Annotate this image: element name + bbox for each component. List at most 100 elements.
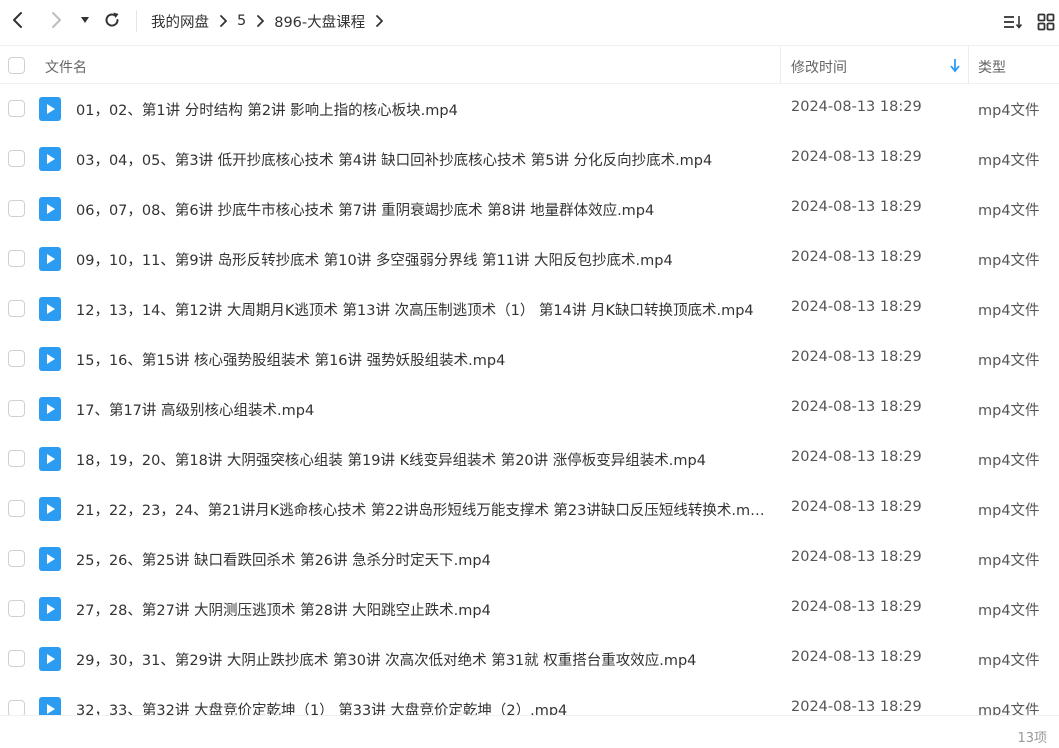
table-row[interactable]: 06，07，08、第6讲 抄底牛市核心技术 第7讲 重阴衰竭抄底术 第8讲 地量… (0, 185, 1059, 235)
file-type: mp4文件 (978, 653, 1040, 669)
video-file-icon (39, 347, 61, 371)
file-list: 01，02、第1讲 分时结构 第2讲 影响上指的核心板块.mp4 2024-08… (0, 85, 1059, 715)
row-checkbox[interactable] (8, 550, 25, 567)
file-type: mp4文件 (978, 103, 1040, 119)
table-row[interactable]: 12，13，14、第12讲 大周期月K逃顶术 第13讲 次高压制逃顶术（1） 第… (0, 285, 1059, 335)
row-checkbox[interactable] (8, 350, 25, 367)
grid-view-button[interactable] (1036, 12, 1056, 32)
row-checkbox[interactable] (8, 600, 25, 617)
file-type: mp4文件 (978, 403, 1040, 419)
file-modified-time: 2024-08-13 18:29 (791, 449, 922, 465)
video-file-icon (39, 147, 61, 171)
file-name[interactable]: 29，30，31、第29讲 大阴止跌抄底术 第30讲 次高次低对绝术 第31就 … (76, 649, 768, 670)
video-file-icon (39, 397, 61, 421)
file-type: mp4文件 (978, 153, 1040, 169)
file-modified-time: 2024-08-13 18:29 (791, 399, 922, 415)
file-name[interactable]: 27，28、第27讲 大阴测压逃顶术 第28讲 大阳跳空止跌术.mp4 (76, 599, 768, 620)
row-checkbox[interactable] (8, 300, 25, 317)
file-type: mp4文件 (978, 353, 1040, 369)
history-dropdown-button[interactable] (77, 9, 93, 31)
file-name[interactable]: 03，04，05、第3讲 低开抄底核心技术 第4讲 缺口回补抄底核心技术 第5讲… (76, 149, 768, 170)
file-modified-time: 2024-08-13 18:29 (791, 99, 922, 115)
file-type: mp4文件 (978, 703, 1040, 715)
file-name[interactable]: 06，07，08、第6讲 抄底牛市核心技术 第7讲 重阴衰竭抄底术 第8讲 地量… (76, 199, 768, 220)
file-modified-time: 2024-08-13 18:29 (791, 149, 922, 165)
video-file-icon (39, 247, 61, 271)
row-checkbox[interactable] (8, 250, 25, 267)
file-name[interactable]: 21，22，23，24、第21讲月K逃命核心技术 第22讲岛形短线万能支撑术 第… (76, 499, 768, 520)
toolbar: 我的网盘 5 896-大盘课程 (0, 0, 1059, 42)
back-button[interactable] (7, 9, 29, 31)
file-modified-time: 2024-08-13 18:29 (791, 649, 922, 665)
table-row[interactable]: 21，22，23，24、第21讲月K逃命核心技术 第22讲岛形短线万能支撑术 第… (0, 485, 1059, 535)
file-modified-time: 2024-08-13 18:29 (791, 549, 922, 565)
video-file-icon (39, 447, 61, 471)
sort-icon (1004, 16, 1023, 29)
video-file-icon (39, 547, 61, 571)
row-checkbox[interactable] (8, 500, 25, 517)
breadcrumb-item-folder[interactable]: 5 (237, 13, 246, 29)
file-type: mp4文件 (978, 253, 1040, 269)
file-name[interactable]: 17、第17讲 高级别核心组装术.mp4 (76, 399, 768, 420)
table-row[interactable]: 03，04，05、第3讲 低开抄底核心技术 第4讲 缺口回补抄底核心技术 第5讲… (0, 135, 1059, 185)
file-modified-time: 2024-08-13 18:29 (791, 349, 922, 365)
table-row[interactable]: 27，28、第27讲 大阴测压逃顶术 第28讲 大阳跳空止跌术.mp4 2024… (0, 585, 1059, 635)
file-type: mp4文件 (978, 453, 1040, 469)
video-file-icon (39, 647, 61, 671)
row-checkbox[interactable] (8, 200, 25, 217)
video-file-icon (39, 597, 61, 621)
sort-button[interactable] (1003, 12, 1023, 32)
row-checkbox[interactable] (8, 400, 25, 417)
table-row[interactable]: 15，16、第15讲 核心强势股组装术 第16讲 强势妖股组装术.mp4 202… (0, 335, 1059, 385)
file-modified-time: 2024-08-13 18:29 (791, 599, 922, 615)
file-name[interactable]: 25，26、第25讲 缺口看跌回杀术 第26讲 急杀分时定天下.mp4 (76, 549, 768, 570)
column-divider[interactable] (780, 46, 781, 84)
chevron-right-icon (219, 15, 227, 27)
forward-arrow-icon (52, 12, 61, 28)
column-divider[interactable] (968, 46, 969, 84)
file-type: mp4文件 (978, 553, 1040, 569)
column-header-name[interactable]: 文件名 (45, 57, 87, 77)
file-name[interactable]: 12，13，14、第12讲 大周期月K逃顶术 第13讲 次高压制逃顶术（1） 第… (76, 299, 768, 320)
file-type: mp4文件 (978, 303, 1040, 319)
file-name[interactable]: 09，10，11、第9讲 岛形反转抄底术 第10讲 多空强弱分界线 第11讲 大… (76, 249, 768, 270)
row-checkbox[interactable] (8, 700, 25, 715)
file-modified-time: 2024-08-13 18:29 (791, 199, 922, 215)
breadcrumb-item-current[interactable]: 896-大盘课程 (274, 11, 365, 32)
file-name[interactable]: 32，33、第32讲 大盘竞价定乾坤（1） 第33讲 大盘竞价定乾坤（2）.mp… (76, 699, 768, 715)
table-row[interactable]: 29，30，31、第29讲 大阴止跌抄底术 第30讲 次高次低对绝术 第31就 … (0, 635, 1059, 685)
table-row[interactable]: 09，10，11、第9讲 岛形反转抄底术 第10讲 多空强弱分界线 第11讲 大… (0, 235, 1059, 285)
refresh-button[interactable] (101, 9, 123, 31)
select-all-checkbox[interactable] (8, 57, 25, 74)
file-modified-time: 2024-08-13 18:29 (791, 499, 922, 515)
sort-descending-arrow-icon[interactable] (949, 57, 961, 73)
item-count: 13项 (1017, 731, 1047, 746)
chevron-right-icon[interactable] (375, 15, 384, 27)
table-row[interactable]: 32，33、第32讲 大盘竞价定乾坤（1） 第33讲 大盘竞价定乾坤（2）.mp… (0, 685, 1059, 715)
row-checkbox[interactable] (8, 150, 25, 167)
table-row[interactable]: 17、第17讲 高级别核心组装术.mp4 2024-08-13 18:29 mp… (0, 385, 1059, 435)
table-row[interactable]: 18，19，20、第18讲 大阴强突核心组装 第19讲 K线变异组装术 第20讲… (0, 435, 1059, 485)
forward-button[interactable] (45, 9, 67, 31)
file-name[interactable]: 15，16、第15讲 核心强势股组装术 第16讲 强势妖股组装术.mp4 (76, 349, 768, 370)
column-header-modified[interactable]: 修改时间 (791, 57, 847, 77)
refresh-icon (105, 12, 119, 27)
file-name[interactable]: 18，19，20、第18讲 大阴强突核心组装 第19讲 K线变异组装术 第20讲… (76, 449, 768, 470)
row-checkbox[interactable] (8, 100, 25, 117)
video-file-icon (39, 97, 61, 121)
file-modified-time: 2024-08-13 18:29 (791, 699, 922, 715)
file-type: mp4文件 (978, 503, 1040, 519)
row-checkbox[interactable] (8, 650, 25, 667)
file-type: mp4文件 (978, 203, 1040, 219)
breadcrumb-item-root[interactable]: 我的网盘 (151, 11, 209, 32)
status-bar: 13项 (0, 715, 1059, 748)
column-header-type[interactable]: 类型 (978, 57, 1006, 77)
file-modified-time: 2024-08-13 18:29 (791, 249, 922, 265)
video-file-icon (39, 297, 61, 321)
row-checkbox[interactable] (8, 450, 25, 467)
table-row[interactable]: 25，26、第25讲 缺口看跌回杀术 第26讲 急杀分时定天下.mp4 2024… (0, 535, 1059, 585)
file-modified-time: 2024-08-13 18:29 (791, 299, 922, 315)
file-name[interactable]: 01，02、第1讲 分时结构 第2讲 影响上指的核心板块.mp4 (76, 99, 768, 120)
table-row[interactable]: 01，02、第1讲 分时结构 第2讲 影响上指的核心板块.mp4 2024-08… (0, 85, 1059, 135)
chevron-right-icon (256, 15, 265, 27)
